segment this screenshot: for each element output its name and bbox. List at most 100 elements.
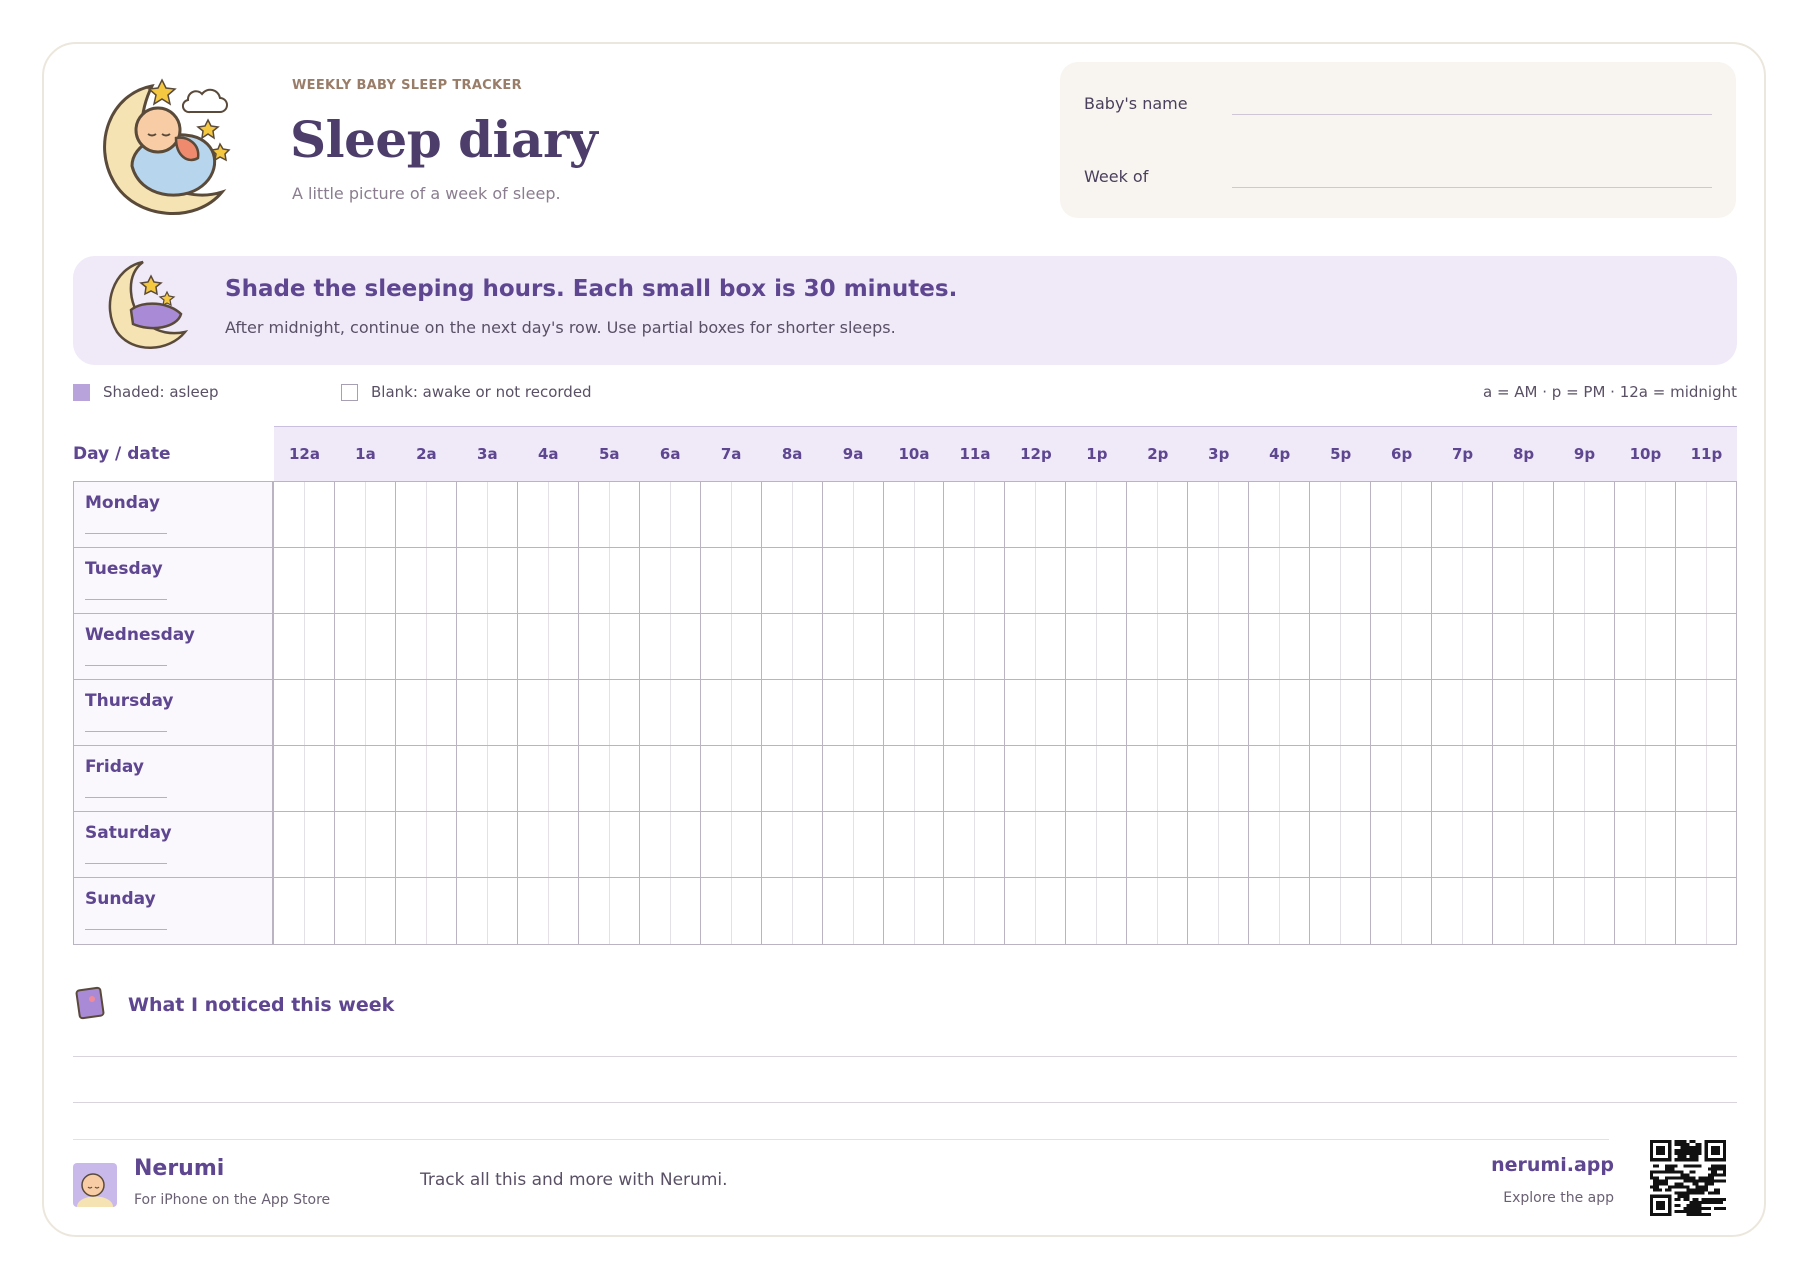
hour-cell[interactable]: [1188, 878, 1250, 944]
hour-cell[interactable]: [518, 614, 579, 679]
hour-cell[interactable]: [1127, 812, 1189, 877]
hour-cell[interactable]: [1066, 746, 1128, 811]
hour-cell[interactable]: [1432, 482, 1494, 547]
hour-cell[interactable]: [1432, 746, 1494, 811]
hour-cell[interactable]: [1554, 614, 1615, 679]
hour-cell[interactable]: [1432, 614, 1494, 679]
hour-cell[interactable]: [518, 680, 579, 745]
hour-cell[interactable]: [274, 812, 335, 877]
hour-cell[interactable]: [1188, 746, 1250, 811]
hour-cell[interactable]: [1554, 680, 1615, 745]
hour-cell[interactable]: [1676, 548, 1736, 613]
hour-cell[interactable]: [396, 680, 457, 745]
hour-cell[interactable]: [1615, 746, 1676, 811]
hour-cell[interactable]: [1188, 680, 1250, 745]
hour-cell[interactable]: [457, 482, 518, 547]
hour-cell[interactable]: [1554, 482, 1615, 547]
hour-cell[interactable]: [1432, 548, 1494, 613]
hour-cell[interactable]: [640, 680, 701, 745]
hour-cell[interactable]: [1432, 812, 1494, 877]
hour-cell[interactable]: [1249, 548, 1311, 613]
hour-cell[interactable]: [457, 746, 518, 811]
hour-cell[interactable]: [823, 878, 884, 944]
hour-cell[interactable]: [1310, 482, 1372, 547]
hour-cell[interactable]: [1493, 878, 1555, 944]
hour-cell[interactable]: [640, 812, 701, 877]
hour-cell[interactable]: [823, 548, 884, 613]
hour-cell[interactable]: [1493, 812, 1555, 877]
hour-cell[interactable]: [579, 878, 640, 944]
hour-cell[interactable]: [884, 680, 945, 745]
hour-cell[interactable]: [1066, 614, 1128, 679]
hour-cell[interactable]: [1432, 878, 1494, 944]
hour-cell[interactable]: [1127, 614, 1189, 679]
hour-cell[interactable]: [274, 482, 335, 547]
baby-name-field[interactable]: [1232, 114, 1712, 115]
hour-cell[interactable]: [1005, 548, 1067, 613]
hour-cell[interactable]: [1493, 680, 1555, 745]
hour-cell[interactable]: [579, 548, 640, 613]
hour-cell[interactable]: [1676, 746, 1736, 811]
hour-cell[interactable]: [1554, 746, 1615, 811]
hour-cell[interactable]: [1066, 878, 1128, 944]
hour-cell[interactable]: [1676, 614, 1736, 679]
hour-cell[interactable]: [823, 746, 884, 811]
hour-cell[interactable]: [1310, 746, 1372, 811]
hour-cell[interactable]: [762, 812, 823, 877]
hour-cell[interactable]: [1066, 548, 1128, 613]
hour-cell[interactable]: [1127, 548, 1189, 613]
hour-cell[interactable]: [1371, 482, 1433, 547]
hour-cell[interactable]: [1493, 482, 1555, 547]
hour-cell[interactable]: [1371, 812, 1433, 877]
hour-cell[interactable]: [1127, 482, 1189, 547]
hour-cell[interactable]: [1615, 812, 1676, 877]
hour-cell[interactable]: [1005, 482, 1067, 547]
hour-cell[interactable]: [1005, 614, 1067, 679]
hour-cell[interactable]: [884, 614, 945, 679]
hour-cell[interactable]: [1249, 746, 1311, 811]
hour-cell[interactable]: [1676, 812, 1736, 877]
qr-code-icon[interactable]: [1650, 1140, 1726, 1216]
hour-cell[interactable]: [640, 482, 701, 547]
hour-cell[interactable]: [274, 878, 335, 944]
hour-cell[interactable]: [396, 812, 457, 877]
hour-cell[interactable]: [579, 812, 640, 877]
hour-cell[interactable]: [762, 548, 823, 613]
hour-cell[interactable]: [1005, 812, 1067, 877]
hour-cell[interactable]: [823, 482, 884, 547]
hour-cell[interactable]: [396, 614, 457, 679]
hour-cell[interactable]: [701, 746, 762, 811]
hour-cell[interactable]: [1066, 482, 1128, 547]
hour-cell[interactable]: [823, 614, 884, 679]
hour-cell[interactable]: [579, 680, 640, 745]
hour-cell[interactable]: [823, 680, 884, 745]
hour-cell[interactable]: [457, 878, 518, 944]
hour-cell[interactable]: [335, 548, 396, 613]
hour-cell[interactable]: [396, 482, 457, 547]
hour-cell[interactable]: [1310, 548, 1372, 613]
hour-cell[interactable]: [701, 680, 762, 745]
hour-cell[interactable]: [701, 614, 762, 679]
hour-cell[interactable]: [335, 614, 396, 679]
hour-cell[interactable]: [944, 482, 1006, 547]
hour-cell[interactable]: [518, 878, 579, 944]
hour-cell[interactable]: [1188, 548, 1250, 613]
hour-cell[interactable]: [944, 680, 1006, 745]
hour-cell[interactable]: [1554, 878, 1615, 944]
hour-cell[interactable]: [1371, 746, 1433, 811]
note-line[interactable]: [73, 1102, 1737, 1103]
hour-cell[interactable]: [1676, 482, 1736, 547]
hour-cell[interactable]: [944, 746, 1006, 811]
hour-cell[interactable]: [457, 548, 518, 613]
hour-cell[interactable]: [762, 746, 823, 811]
hour-cell[interactable]: [1432, 680, 1494, 745]
hour-cell[interactable]: [1493, 548, 1555, 613]
hour-cell[interactable]: [1493, 614, 1555, 679]
date-line[interactable]: [85, 533, 167, 534]
hour-cell[interactable]: [701, 548, 762, 613]
hour-cell[interactable]: [1249, 878, 1311, 944]
hour-cell[interactable]: [335, 482, 396, 547]
hour-cell[interactable]: [274, 746, 335, 811]
hour-cell[interactable]: [1371, 878, 1433, 944]
note-line[interactable]: [73, 1056, 1737, 1057]
